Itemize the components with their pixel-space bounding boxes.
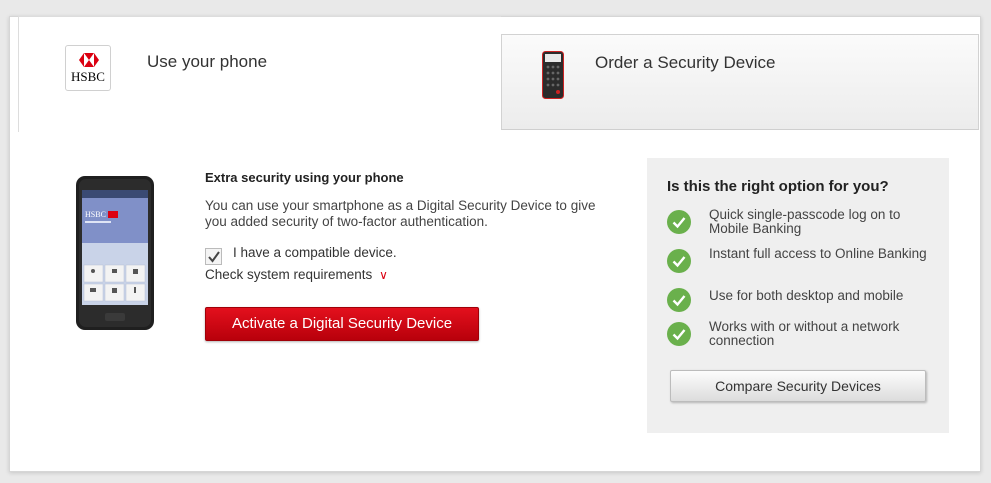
check-circle-icon <box>667 249 691 273</box>
check-circle-icon <box>667 288 691 312</box>
tab-label: Order a Security Device <box>595 53 776 72</box>
check-circle-icon <box>667 210 691 234</box>
benefit-text: Use for both desktop and mobile <box>709 288 904 303</box>
system-requirements-link[interactable]: Check system requirements ∨︎ <box>205 267 388 282</box>
compatible-device-checkbox[interactable] <box>205 248 222 265</box>
hsbc-logo-text: HSBC <box>71 69 105 84</box>
panel-title: Is this the right option for you? <box>667 178 889 195</box>
benefit-text: Works with or without a network connecti… <box>709 319 900 348</box>
tab-order-security-device[interactable]: Order a Security Device <box>501 34 979 130</box>
check-mark-icon <box>208 251 220 263</box>
tab-use-your-phone[interactable]: HSBC Use your phone <box>18 16 501 132</box>
benefit-text: Instant full access to Online Banking <box>709 246 927 261</box>
svg-text:HSBC: HSBC <box>85 210 106 219</box>
hsbc-logo-icon: HSBC <box>65 45 111 91</box>
right-option-panel: Is this the right option for you? Quick … <box>647 158 949 433</box>
check-circle-icon <box>667 322 691 346</box>
section-heading: Extra security using your phone <box>205 170 404 185</box>
section-description: You can use your smartphone as a Digital… <box>205 198 596 229</box>
benefit-text: Quick single-passcode log on to Mobile B… <box>709 207 901 236</box>
tab-label: Use your phone <box>147 52 268 71</box>
activate-digital-security-device-button[interactable]: Activate a Digital Security Device <box>205 307 479 341</box>
double-chevron-down-icon: ∨︎ <box>379 268 388 282</box>
smartphone-illustration: HSBC <box>75 175 155 336</box>
system-requirements-text: Check system requirements <box>205 267 373 282</box>
compare-security-devices-button[interactable]: Compare Security Devices <box>670 370 926 402</box>
security-device-icon <box>542 51 564 104</box>
compatible-device-label: I have a compatible device. <box>233 245 397 260</box>
